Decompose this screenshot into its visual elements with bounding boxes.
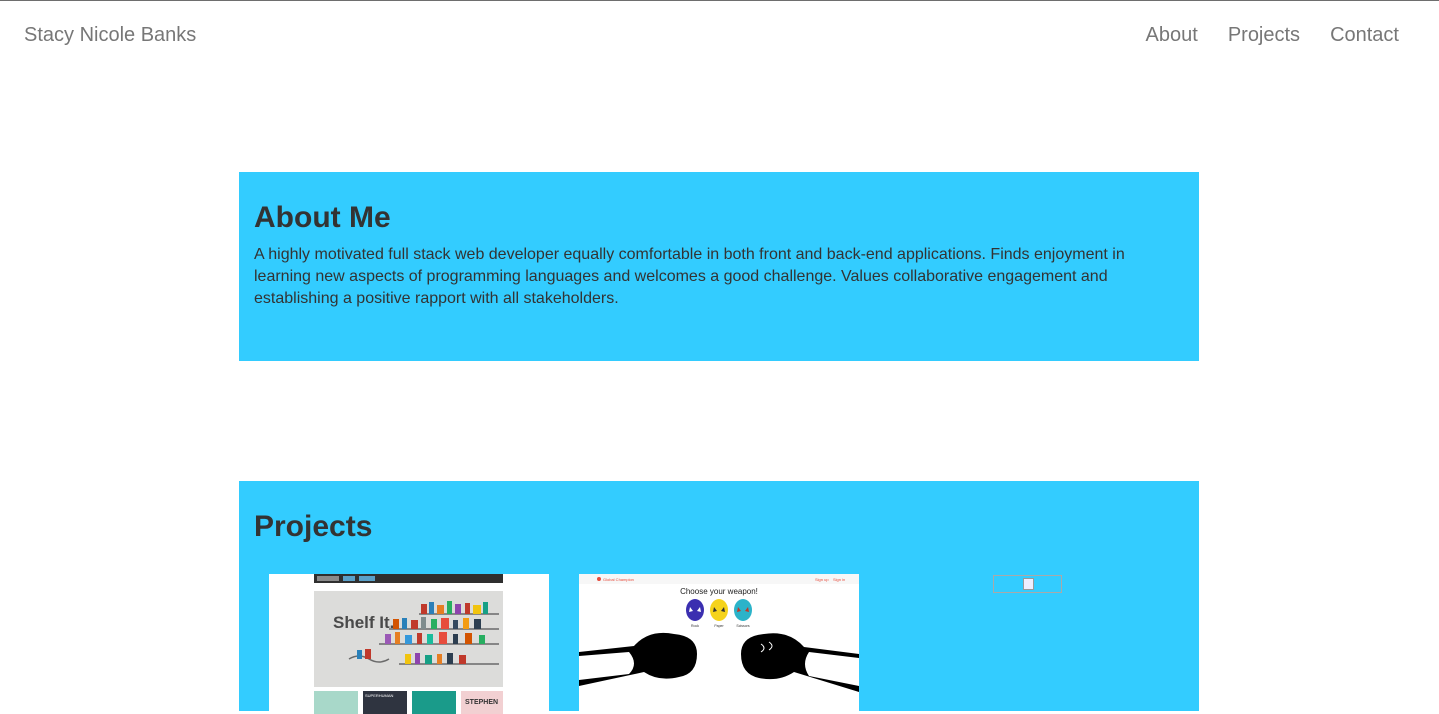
nav-contact-link[interactable]: Contact — [1330, 24, 1399, 47]
shelf-it-heading: Shelf It. — [333, 613, 394, 632]
nav-links: About Projects Contact — [1146, 24, 1399, 47]
global-champion-signin: Sign in — [833, 577, 845, 582]
global-champion-brand: Global Champion — [603, 577, 634, 582]
scissors-mask-icon — [734, 599, 752, 621]
choose-weapon-heading: Choose your weapon! — [680, 587, 758, 596]
about-title: About Me — [254, 201, 391, 234]
nav-about-link[interactable]: About — [1146, 24, 1198, 47]
shelf-tile-2-label: SUPERHUMAN — [365, 693, 394, 698]
project-thumbnail-shelf-it[interactable]: Shelf It. SUPERHUMAN STEPHEN — [269, 574, 549, 714]
navbar: Stacy Nicole Banks About Projects Contac… — [0, 1, 1439, 71]
globe-icon — [597, 577, 601, 581]
rock-mask-icon — [686, 599, 704, 621]
weapon-label-paper: Paper — [714, 624, 724, 628]
about-section: About Me A highly motivated full stack w… — [239, 172, 1199, 361]
project-thumbnail-broken[interactable] — [993, 575, 1062, 593]
weapon-label-scissors: Scissors — [736, 624, 749, 628]
projects-title: Projects — [254, 510, 373, 543]
projects-section: Projects Shelf It. SUPERHUMAN STEPHEN Gl… — [239, 481, 1199, 714]
weapon-label-rock: Rock — [691, 624, 699, 628]
brand-link[interactable]: Stacy Nicole Banks — [24, 24, 196, 47]
shelf-tile-4-label: STEPHEN — [465, 699, 498, 706]
shelf-tile-3 — [412, 691, 456, 714]
about-body: A highly motivated full stack web develo… — [254, 246, 1125, 307]
project-thumbnail-global-champion[interactable]: Global Champion Sign up Sign in Choose y… — [579, 574, 859, 714]
nav-projects-link[interactable]: Projects — [1228, 24, 1300, 47]
global-champion-signup: Sign up — [815, 577, 829, 582]
broken-image-icon — [1023, 578, 1034, 590]
shelf-tile-1 — [314, 691, 358, 714]
paper-mask-icon — [710, 599, 728, 621]
